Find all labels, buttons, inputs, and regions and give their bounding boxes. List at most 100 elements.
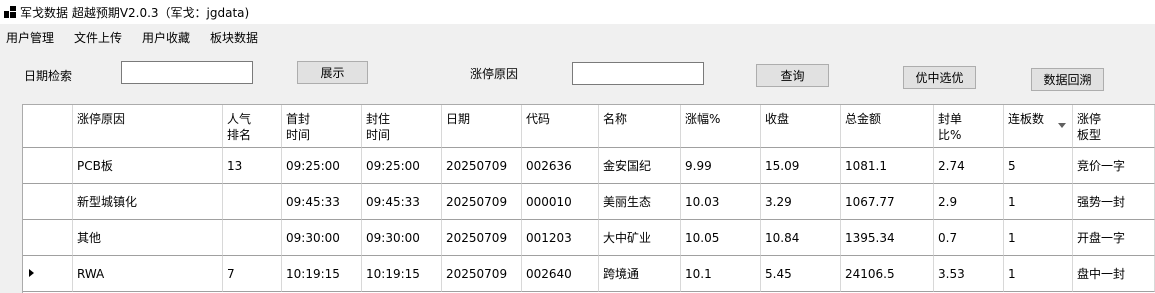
- cell-consecutive-boards[interactable]: 1: [1004, 220, 1073, 256]
- column-header-first-seal-time[interactable]: 首封时间: [282, 105, 362, 148]
- column-header-seal-time[interactable]: 封住时间: [362, 105, 442, 148]
- cell-consecutive-boards[interactable]: 1: [1004, 184, 1073, 220]
- cell-seal-ratio[interactable]: 0.7: [934, 220, 1004, 256]
- cell-close[interactable]: 5.45: [761, 256, 841, 292]
- column-header-label: 涨幅%: [685, 112, 721, 126]
- cell-total-amount[interactable]: 1081.1: [841, 148, 934, 184]
- cell-seal-ratio[interactable]: 3.53: [934, 256, 1004, 292]
- column-header-label: 连板数: [1008, 112, 1045, 126]
- query-button[interactable]: 查询: [756, 64, 829, 87]
- reason-label: 涨停原因: [470, 67, 519, 81]
- data-backtest-button[interactable]: 数据回溯: [1031, 68, 1104, 91]
- cell-close[interactable]: 10.84: [761, 220, 841, 256]
- cell-consecutive-boards[interactable]: 1: [1004, 256, 1073, 292]
- column-header-code[interactable]: 代码: [522, 105, 599, 148]
- cell-reason[interactable]: 其他: [73, 220, 223, 256]
- cell-seal-ratio[interactable]: 2.74: [934, 148, 1004, 184]
- cell-code[interactable]: 002636: [522, 148, 599, 184]
- date-search-input[interactable]: [121, 61, 253, 84]
- cell-reason[interactable]: PCB板: [73, 148, 223, 184]
- column-header-label: 涨停板型: [1077, 112, 1102, 142]
- row-header[interactable]: [23, 148, 73, 184]
- column-header-limit-type[interactable]: 涨停板型: [1073, 105, 1155, 148]
- column-header-label: 封单比%: [938, 112, 963, 142]
- cell-seal-time[interactable]: 09:45:33: [362, 184, 442, 220]
- reason-input[interactable]: [572, 62, 704, 85]
- cell-total-amount[interactable]: 24106.5: [841, 256, 934, 292]
- column-header-date[interactable]: 日期: [442, 105, 522, 148]
- app-icon: [4, 6, 16, 18]
- cell-limit-type[interactable]: 强势一封: [1073, 184, 1155, 220]
- menu-user-management[interactable]: 用户管理: [6, 29, 54, 46]
- column-header-label: 日期: [446, 112, 471, 126]
- cell-first-seal-time[interactable]: 09:45:33: [282, 184, 362, 220]
- cell-close[interactable]: 15.09: [761, 148, 841, 184]
- column-header-name[interactable]: 名称: [599, 105, 681, 148]
- column-header-label: 首封时间: [286, 112, 311, 142]
- cell-limit-type[interactable]: 开盘一字: [1073, 220, 1155, 256]
- column-header-label: 代码: [526, 112, 551, 126]
- cell-name[interactable]: 美丽生态: [599, 184, 681, 220]
- title-bar: 军戈数据 超越预期V2.0.3（军戈：jgdata): [0, 0, 1155, 24]
- cell-date[interactable]: 20250709: [442, 184, 522, 220]
- cell-name[interactable]: 金安国纪: [599, 148, 681, 184]
- cell-change-pct[interactable]: 10.1: [681, 256, 761, 292]
- cell-reason[interactable]: 新型城镇化: [73, 184, 223, 220]
- column-header-close[interactable]: 收盘: [761, 105, 841, 148]
- cell-consecutive-boards[interactable]: 5: [1004, 148, 1073, 184]
- column-header-change-pct[interactable]: 涨幅%: [681, 105, 761, 148]
- cell-change-pct[interactable]: 9.99: [681, 148, 761, 184]
- cell-limit-type[interactable]: 竞价一字: [1073, 148, 1155, 184]
- cell-date[interactable]: 20250709: [442, 148, 522, 184]
- cell-seal-ratio[interactable]: 2.9: [934, 184, 1004, 220]
- current-row-indicator-icon: [29, 269, 34, 277]
- cell-popularity[interactable]: [223, 220, 282, 256]
- cell-seal-time[interactable]: 09:30:00: [362, 220, 442, 256]
- menu-file-upload[interactable]: 文件上传: [74, 29, 122, 46]
- cell-date[interactable]: 20250709: [442, 220, 522, 256]
- menu-sector-data[interactable]: 板块数据: [210, 29, 258, 46]
- window-title: 军戈数据 超越预期V2.0.3（军戈：jgdata): [20, 6, 250, 20]
- cell-seal-time[interactable]: 09:25:00: [362, 148, 442, 184]
- column-header-seal-ratio[interactable]: 封单比%: [934, 105, 1004, 148]
- cell-total-amount[interactable]: 1067.77: [841, 184, 934, 220]
- grid-corner-header[interactable]: [23, 105, 73, 148]
- cell-code[interactable]: 000010: [522, 184, 599, 220]
- cell-limit-type[interactable]: 盘中一封: [1073, 256, 1155, 292]
- row-header[interactable]: [23, 184, 73, 220]
- cell-name[interactable]: 跨境通: [599, 256, 681, 292]
- column-header-label: 人气排名: [227, 112, 252, 142]
- menu-user-favorites[interactable]: 用户收藏: [142, 29, 190, 46]
- column-header-consecutive-boards[interactable]: 连板数: [1004, 105, 1073, 148]
- cell-first-seal-time[interactable]: 09:25:00: [282, 148, 362, 184]
- cell-seal-time[interactable]: 10:19:15: [362, 256, 442, 292]
- cell-popularity[interactable]: 7: [223, 256, 282, 292]
- cell-date[interactable]: 20250709: [442, 256, 522, 292]
- column-header-label: 收盘: [765, 112, 790, 126]
- cell-close[interactable]: 3.29: [761, 184, 841, 220]
- select-best-button[interactable]: 优中选优: [903, 66, 976, 89]
- stock-data-grid[interactable]: 涨停原因 人气排名 首封时间 封住时间 日期 代码 名称 涨幅% 收盘 总金额 封单比% 连板数 涨停板…: [22, 104, 1155, 293]
- column-header-label: 总金额: [845, 112, 882, 126]
- cell-first-seal-time[interactable]: 10:19:15: [282, 256, 362, 292]
- column-header-reason[interactable]: 涨停原因: [73, 105, 223, 148]
- cell-code[interactable]: 002640: [522, 256, 599, 292]
- cell-popularity[interactable]: 13: [223, 148, 282, 184]
- column-header-label: 涨停原因: [77, 112, 126, 126]
- column-header-popularity[interactable]: 人气排名: [223, 105, 282, 148]
- show-button[interactable]: 展示: [297, 61, 368, 84]
- column-header-label: 封住时间: [366, 112, 391, 142]
- cell-code[interactable]: 001203: [522, 220, 599, 256]
- cell-name[interactable]: 大中矿业: [599, 220, 681, 256]
- cell-change-pct[interactable]: 10.03: [681, 184, 761, 220]
- cell-reason[interactable]: RWA: [73, 256, 223, 292]
- row-header[interactable]: [23, 220, 73, 256]
- column-header-label: 名称: [603, 112, 628, 126]
- cell-change-pct[interactable]: 10.05: [681, 220, 761, 256]
- sort-descending-icon: [1058, 123, 1066, 128]
- column-header-total-amount[interactable]: 总金额: [841, 105, 934, 148]
- cell-popularity[interactable]: [223, 184, 282, 220]
- row-header[interactable]: [23, 256, 73, 292]
- cell-total-amount[interactable]: 1395.34: [841, 220, 934, 256]
- cell-first-seal-time[interactable]: 09:30:00: [282, 220, 362, 256]
